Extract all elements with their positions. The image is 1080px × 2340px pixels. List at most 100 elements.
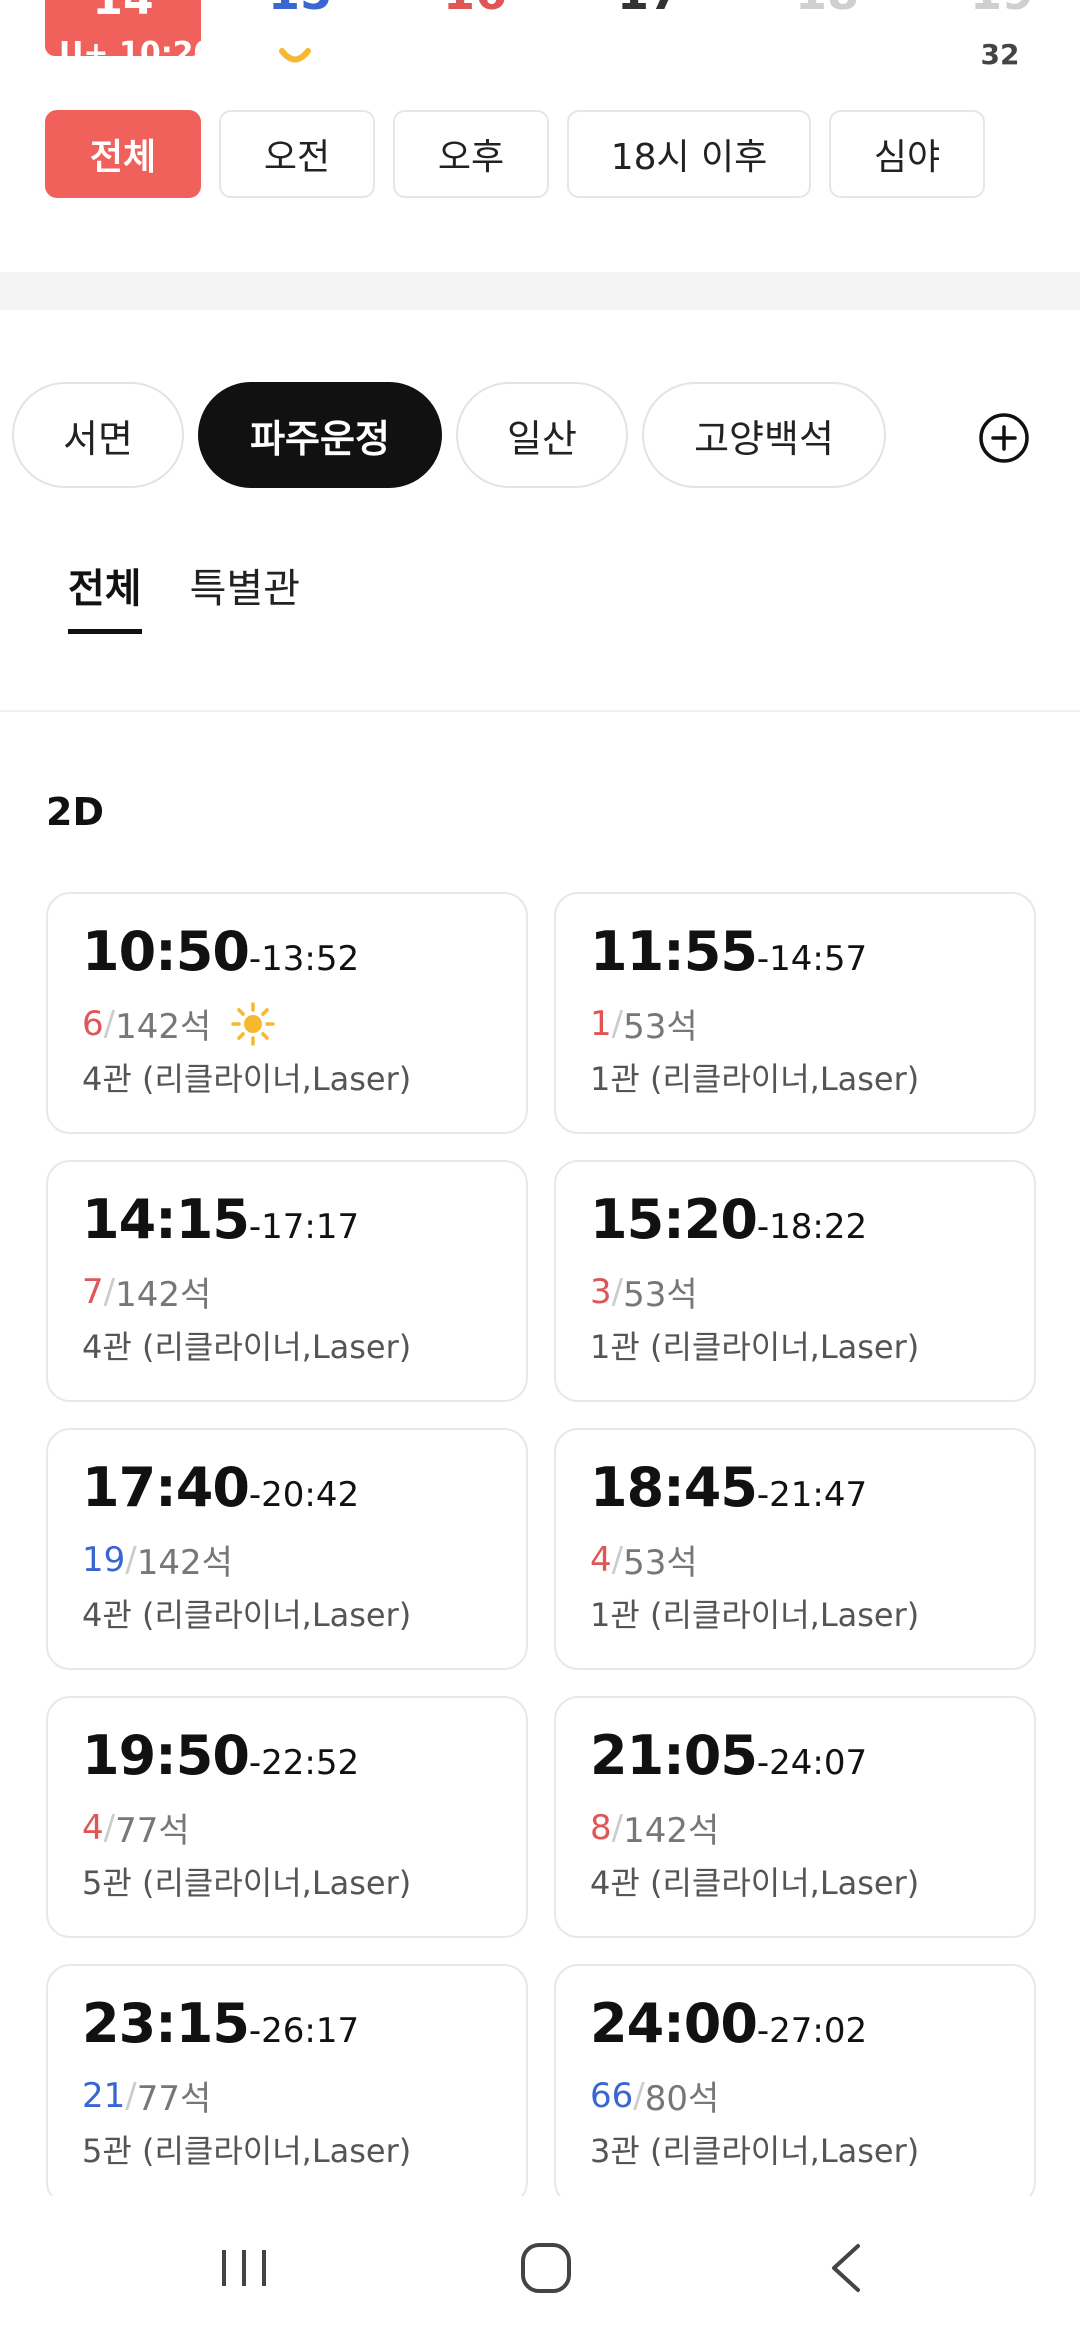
end-time: -27:02 — [756, 2011, 868, 2051]
end-time: -22:52 — [248, 1743, 360, 1783]
seat-separator: / — [103, 1003, 116, 1044]
end-time: -26:17 — [248, 2011, 360, 2051]
filter-chip-afternoon[interactable]: 오후 — [393, 110, 549, 198]
showtime-time: 10:50-13:52 — [82, 922, 492, 995]
hall-info: 5관 (리클라이너,Laser) — [82, 1864, 412, 1902]
end-time: -14:57 — [756, 939, 868, 979]
showtime-time: 15:20-18:22 — [590, 1190, 1000, 1263]
end-time: -17:17 — [248, 1207, 360, 1247]
date-day[interactable]: 17 — [617, 0, 681, 16]
showtime-time: 14:15-17:17 — [82, 1190, 492, 1263]
total-seats: 53석 — [623, 1543, 698, 1583]
start-time: 17:40 — [82, 1456, 250, 1519]
showtime-time: 19:50-22:52 — [82, 1726, 492, 1799]
showtime-card[interactable]: 18:45-21:47 4/53석 1관 (리클라이너,Laser) — [554, 1428, 1036, 1670]
total-seats: 142석 — [623, 1811, 720, 1851]
sun-icon — [231, 1001, 276, 1046]
remaining-seats: 4 — [590, 1539, 612, 1580]
tab-all[interactable]: 전체 — [68, 556, 142, 634]
seat-separator: / — [103, 1807, 116, 1848]
seat-separator: / — [611, 1539, 624, 1580]
remaining-seats: 1 — [590, 1003, 612, 1044]
seat-separator: / — [611, 1271, 624, 1312]
date-day[interactable]: 19 — [970, 0, 1034, 16]
seat-availability: 7/142석 — [82, 1267, 492, 1316]
start-time: 24:00 — [590, 1992, 758, 2055]
remaining-seats: 4 — [82, 1807, 104, 1848]
seat-separator: / — [611, 1807, 624, 1848]
theater-pill-goyang-baekseok[interactable]: 고양백석 — [642, 382, 886, 488]
remaining-seats: 66 — [590, 2075, 634, 2116]
hall-info: 5관 (리클라이너,Laser) — [82, 2132, 412, 2170]
seat-availability: 1/53석 — [590, 999, 1000, 1048]
hall-info: 1관 (리클라이너,Laser) — [590, 1328, 920, 1366]
seat-separator: / — [611, 1003, 624, 1044]
showtime-time: 18:45-21:47 — [590, 1458, 1000, 1531]
theater-selector: 서면 파주운정 일산 고양백석 — [12, 382, 886, 488]
showtime-card[interactable]: 10:50-13:52 6/142석 4관 (리클라이너,Laser) — [46, 892, 528, 1134]
showtime-time: 21:05-24:07 — [590, 1726, 1000, 1799]
seat-separator: / — [633, 2075, 645, 2116]
filter-chip-after-18[interactable]: 18시 이후 — [567, 110, 811, 198]
end-time: -21:47 — [756, 1475, 868, 1515]
hall-info: 3관 (리클라이너,Laser) — [590, 2132, 920, 2170]
end-time: -18:22 — [756, 1207, 868, 1247]
total-seats: 142석 — [115, 1007, 212, 1047]
remaining-seats: 21 — [82, 2075, 126, 2116]
back-icon[interactable] — [818, 2238, 878, 2298]
start-time: 14:15 — [82, 1188, 250, 1251]
showtime-card[interactable]: 21:05-24:07 8/142석 4관 (리클라이너,Laser) — [554, 1696, 1036, 1938]
total-seats: 53석 — [623, 1007, 698, 1047]
date-selected[interactable]: 14 U+ 10:20 — [45, 0, 201, 56]
theater-pill-ilsan[interactable]: 일산 — [456, 382, 628, 488]
start-time: 15:20 — [590, 1188, 758, 1251]
home-icon[interactable] — [516, 2238, 576, 2298]
date-day[interactable]: 16 — [443, 0, 507, 16]
seat-availability: 19/142석 — [82, 1535, 492, 1584]
hall-info: 4관 (리클라이너,Laser) — [590, 1864, 920, 1902]
date-count: 32 — [980, 38, 1020, 71]
date-day[interactable]: 18 — [795, 0, 859, 16]
start-time: 23:15 — [82, 1992, 250, 2055]
total-seats: 80석 — [644, 2079, 720, 2119]
total-seats: 77석 — [115, 1811, 190, 1851]
showtime-card[interactable]: 15:20-18:22 3/53석 1관 (리클라이너,Laser) — [554, 1160, 1036, 1402]
showtime-card[interactable]: 17:40-20:42 19/142석 4관 (리클라이너,Laser) — [46, 1428, 528, 1670]
date-day[interactable]: 15 — [268, 0, 332, 16]
seat-availability: 21/77석 — [82, 2071, 492, 2120]
seat-availability: 4/53석 — [590, 1535, 1000, 1584]
seat-availability: 3/53석 — [590, 1267, 1000, 1316]
showtime-card[interactable]: 24:00-27:02 66/80석 3관 (리클라이너,Laser) — [554, 1964, 1036, 2206]
showtime-grid: 10:50-13:52 6/142석 4관 (리클라이너,Laser) 11:55-1… — [46, 892, 1036, 2206]
showtime-card[interactable]: 11:55-14:57 1/53석 1관 (리클라이너,Laser) — [554, 892, 1036, 1134]
showtime-card[interactable]: 23:15-26:17 21/77석 5관 (리클라이너,Laser) — [46, 1964, 528, 2206]
start-time: 18:45 — [590, 1456, 758, 1519]
start-time: 10:50 — [82, 920, 250, 983]
add-theater-icon[interactable] — [978, 412, 1030, 464]
filter-chip-all[interactable]: 전체 — [45, 110, 201, 198]
section-divider — [0, 272, 1080, 310]
tabs-divider — [0, 710, 1080, 712]
filter-chip-morning[interactable]: 오전 — [219, 110, 375, 198]
filter-chip-late-night[interactable]: 심야 — [829, 110, 985, 198]
theater-pill-seomyeon[interactable]: 서면 — [12, 382, 184, 488]
showtime-card[interactable]: 14:15-17:17 7/142석 4관 (리클라이너,Laser) — [46, 1160, 528, 1402]
start-time: 21:05 — [590, 1724, 758, 1787]
seat-availability: 6/142석 — [82, 999, 492, 1048]
showtime-card[interactable]: 19:50-22:52 4/77석 5관 (리클라이너,Laser) — [46, 1696, 528, 1938]
remaining-seats: 8 — [590, 1807, 612, 1848]
tab-special-hall[interactable]: 특별관 — [190, 556, 300, 634]
seat-availability: 66/80석 — [590, 2071, 1000, 2120]
seat-availability: 8/142석 — [590, 1803, 1000, 1852]
hall-info: 1관 (리클라이너,Laser) — [590, 1060, 920, 1098]
hall-info: 4관 (리클라이너,Laser) — [82, 1328, 412, 1366]
total-seats: 77석 — [136, 2079, 212, 2119]
total-seats: 53석 — [623, 1275, 698, 1315]
showtime-time: 11:55-14:57 — [590, 922, 1000, 995]
recent-apps-icon[interactable] — [214, 2238, 274, 2298]
seat-availability: 4/77석 — [82, 1803, 492, 1852]
theater-pill-paju-unjeong[interactable]: 파주운정 — [198, 382, 442, 488]
end-time: -20:42 — [248, 1475, 360, 1515]
check-icon — [279, 48, 311, 63]
date-strip: 14 U+ 10:20 15 16 17 18 19 32 — [0, 0, 1080, 80]
